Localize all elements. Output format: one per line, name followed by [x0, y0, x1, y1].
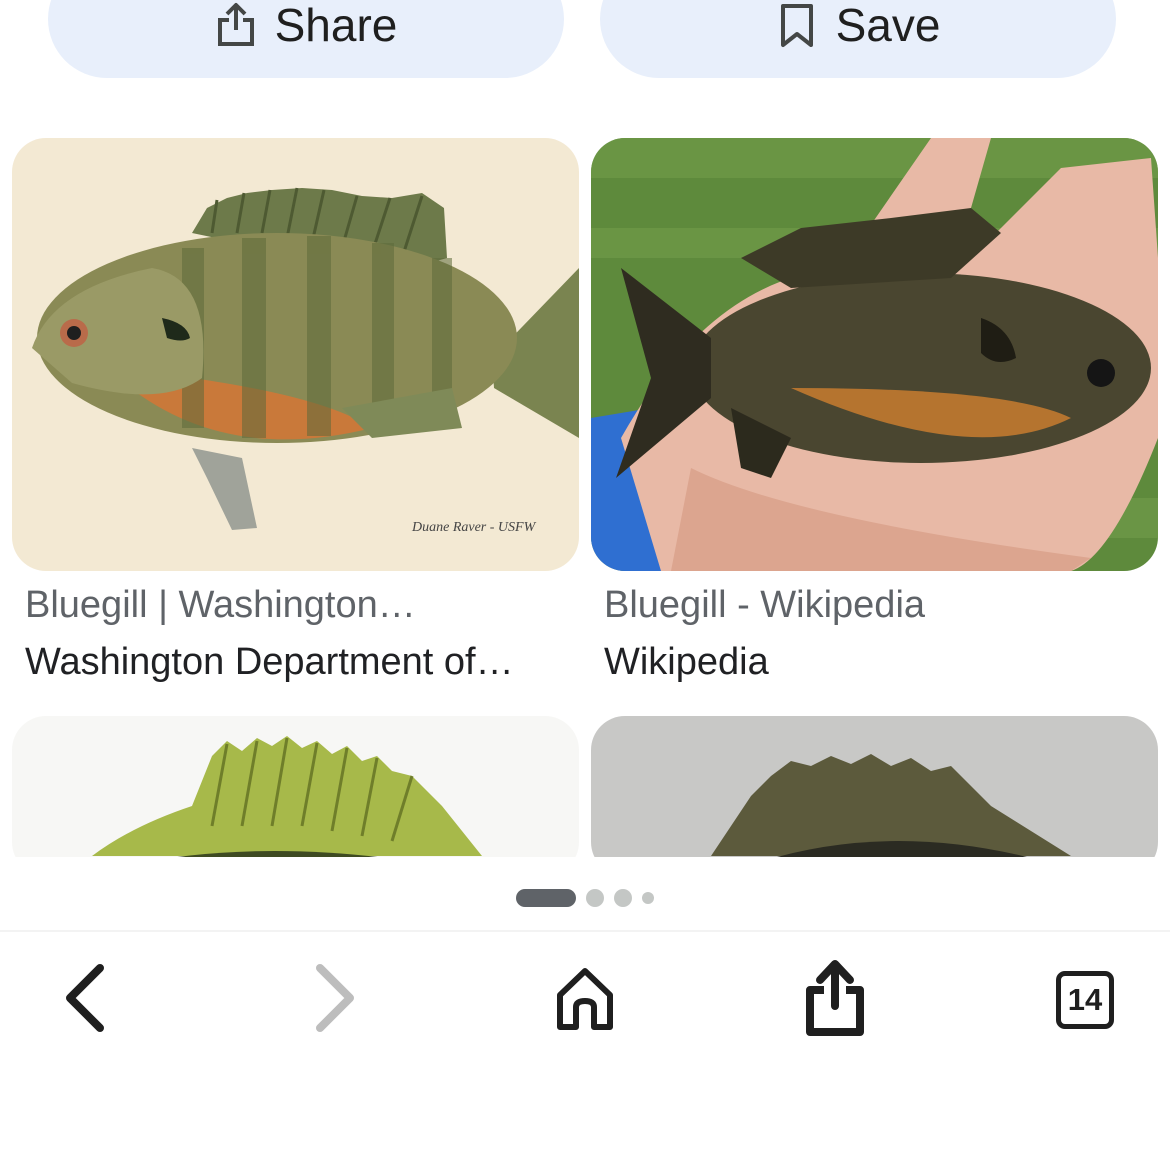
result-thumbnail[interactable] — [591, 716, 1158, 876]
tab-count: 14 — [1067, 982, 1103, 1017]
browser-toolbar: 14 — [0, 950, 1170, 1050]
share-page-button[interactable] — [785, 950, 885, 1050]
back-arrow-icon — [55, 958, 115, 1043]
share-icon — [215, 2, 257, 48]
save-button[interactable]: Save — [600, 0, 1116, 78]
result-thumbnail[interactable] — [591, 138, 1158, 571]
tabs-button[interactable]: 14 — [1035, 950, 1135, 1050]
home-button[interactable] — [535, 950, 635, 1050]
result-title[interactable]: Bluegill - Wikipedia — [604, 584, 1149, 627]
image-results-page: Share Save Duane Raver - USFW Bluegill |… — [0, 0, 1170, 1170]
result-thumbnail[interactable]: Duane Raver - USFW — [12, 138, 579, 571]
forward-button[interactable] — [285, 950, 385, 1050]
forward-arrow-icon — [305, 958, 365, 1043]
page-dot-active — [516, 889, 576, 907]
toolbar-divider — [0, 930, 1170, 932]
share-label: Share — [274, 0, 398, 51]
result-thumbnail[interactable] — [12, 716, 579, 876]
tabs-icon: 14 — [1056, 971, 1114, 1029]
result-source: Washington Department of… — [25, 641, 514, 683]
back-button[interactable] — [35, 950, 135, 1050]
share-icon — [804, 958, 866, 1043]
bookmark-icon — [776, 2, 818, 48]
page-indicator — [0, 888, 1170, 908]
page-dot — [642, 892, 654, 904]
home-icon — [554, 965, 616, 1036]
page-dot — [586, 889, 604, 907]
page-dot — [614, 889, 632, 907]
result-source: Wikipedia — [604, 641, 769, 683]
result-title[interactable]: Bluegill | Washington… — [25, 584, 570, 627]
share-button[interactable]: Share — [48, 0, 564, 78]
save-label: Save — [835, 0, 941, 51]
artist-watermark: Duane Raver - USFW — [411, 520, 537, 535]
